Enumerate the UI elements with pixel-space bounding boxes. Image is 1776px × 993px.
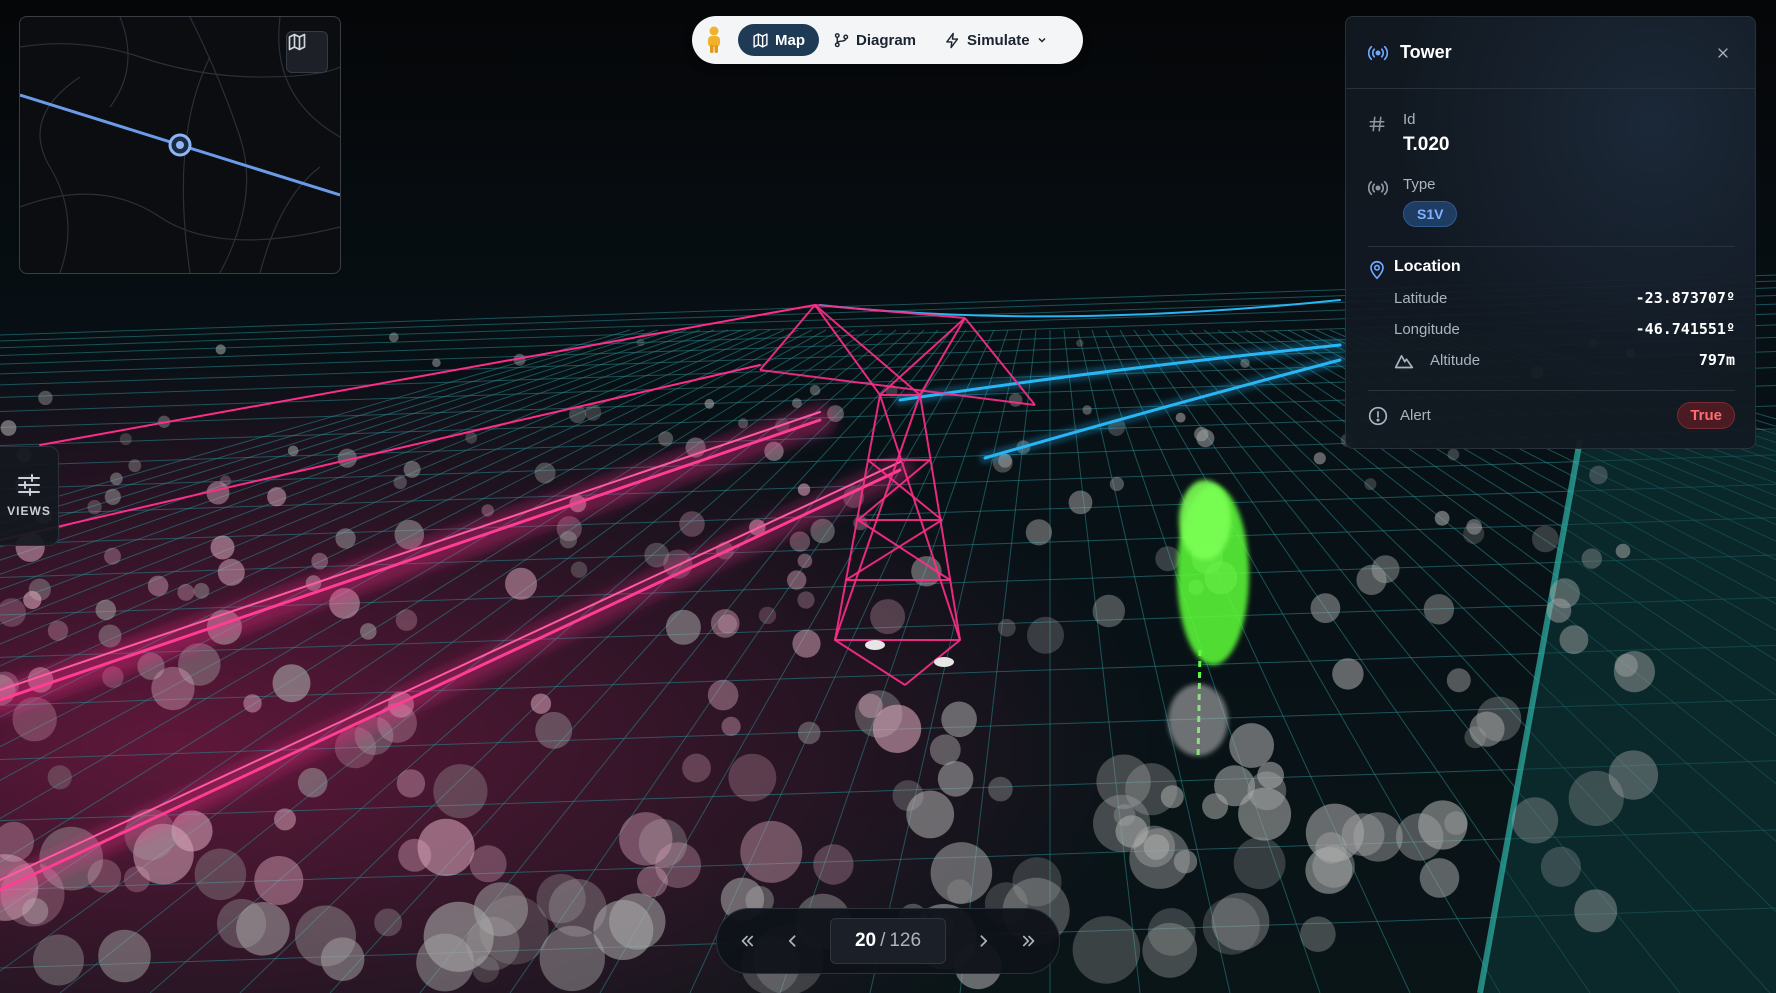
alert-status-badge: True — [1677, 402, 1735, 429]
altitude-row: Altitude 797m — [1394, 351, 1735, 369]
chevron-right-icon — [980, 935, 988, 947]
first-page-button[interactable] — [728, 922, 766, 960]
total-pages: 126 — [889, 930, 922, 951]
tower-footing — [865, 640, 885, 650]
simulate-dropdown[interactable]: Simulate — [930, 24, 1062, 56]
previous-page-button[interactable] — [774, 922, 812, 960]
close-panel-button[interactable] — [1713, 43, 1733, 63]
next-page-button[interactable] — [964, 922, 1002, 960]
panel-title: Tower — [1400, 42, 1452, 62]
chevron-down-icon — [1038, 37, 1046, 43]
views-panel-toggle[interactable]: VIEWS — [0, 446, 59, 546]
chevrons-right-icon — [1022, 935, 1035, 947]
street-view-pegman-icon[interactable] — [700, 24, 728, 56]
alert-label: Alert — [1400, 407, 1431, 424]
top-toolbar: Map Diagram Simulate — [692, 16, 1083, 64]
broadcast-icon — [1368, 45, 1388, 60]
latitude-value: -23.873707º — [1635, 289, 1735, 307]
sliders-icon — [18, 474, 40, 496]
git-branch-icon — [834, 32, 849, 47]
alert-circle-icon — [1368, 406, 1388, 425]
current-page: 20 — [854, 930, 877, 951]
tower-details-panel: Tower Id T.020 Type S1V Location Latitud… — [1345, 16, 1756, 449]
mountain-icon — [1394, 355, 1414, 369]
divider — [1368, 390, 1735, 391]
map-view-label: Map — [775, 31, 805, 49]
hash-icon — [1369, 116, 1385, 132]
longitude-value: -46.741551º — [1635, 320, 1735, 338]
chevrons-left-icon — [741, 935, 754, 947]
tower-pagination: 20 / 126 — [716, 908, 1060, 974]
alert-row: Alert True — [1368, 402, 1735, 429]
map-icon — [753, 32, 768, 48]
type-label: Type — [1403, 176, 1436, 193]
latitude-label: Latitude — [1394, 289, 1448, 307]
map-icon — [288, 33, 306, 51]
lightning-icon — [946, 32, 959, 48]
broadcast-icon — [1368, 180, 1388, 196]
longitude-row: Longitude -46.741551º — [1394, 320, 1735, 338]
tower-footing — [934, 657, 954, 667]
chevron-left-icon — [788, 935, 796, 947]
diagram-view-button[interactable]: Diagram — [819, 24, 930, 56]
longitude-label: Longitude — [1394, 320, 1460, 338]
close-icon — [1718, 47, 1728, 58]
diagram-view-label: Diagram — [856, 31, 917, 49]
id-value: T.020 — [1403, 134, 1450, 155]
type-badge: S1V — [1403, 201, 1458, 227]
page-separator: / — [880, 930, 886, 951]
altitude-value: 797m — [1698, 351, 1735, 369]
map-layers-button[interactable] — [286, 31, 328, 73]
location-pin-icon — [1370, 260, 1384, 280]
views-label: VIEWS — [7, 504, 51, 518]
altitude-label: Altitude — [1430, 351, 1481, 369]
simulate-label: Simulate — [967, 31, 1030, 49]
panel-header: Tower — [1346, 17, 1755, 89]
minimap[interactable] — [19, 16, 341, 274]
latitude-row: Latitude -23.873707º — [1394, 289, 1735, 307]
divider — [1368, 246, 1735, 247]
location-label: Location — [1394, 258, 1461, 275]
id-label: Id — [1403, 111, 1416, 128]
last-page-button[interactable] — [1010, 922, 1048, 960]
map-view-button[interactable]: Map — [738, 24, 819, 56]
page-number-field[interactable]: 20 / 126 — [830, 918, 946, 964]
